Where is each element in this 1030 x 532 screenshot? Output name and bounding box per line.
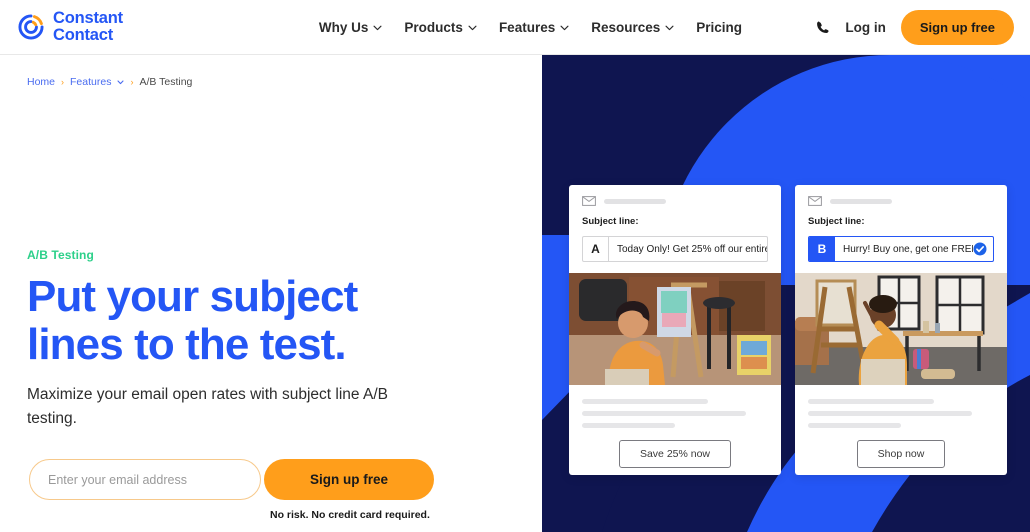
chevron-down-icon[interactable] <box>117 79 124 85</box>
placeholder-line <box>582 423 675 428</box>
placeholder-line <box>582 411 746 416</box>
placeholder-line <box>808 423 901 428</box>
breadcrumb-item-current: A/B Testing <box>139 76 193 88</box>
hero-illustration-panel: Subject line: A Today Only! Get 25% off … <box>542 55 1030 532</box>
card-meta-row <box>808 196 994 206</box>
nav-item-why-us[interactable]: Why Us <box>319 20 383 35</box>
placeholder-bar <box>604 198 666 204</box>
subject-line-label: Subject line: <box>808 216 865 227</box>
placeholder-line <box>582 399 709 404</box>
placeholder-line <box>808 399 935 404</box>
constant-contact-logo-icon <box>18 14 44 40</box>
card-body-lines <box>795 385 1007 428</box>
chevron-down-icon <box>373 25 382 31</box>
subject-line-field-a[interactable]: A Today Only! Get 25% off our entire… <box>582 236 768 262</box>
breadcrumb: Home › Features › A/B Testing <box>27 76 192 88</box>
card-cta-wrap: Shop now <box>795 440 1007 468</box>
hero-subheading: Maximize your email open rates with subj… <box>27 386 388 428</box>
nav-label: Products <box>404 19 463 35</box>
email-input[interactable] <box>29 459 261 500</box>
signup-free-button-hero[interactable]: Sign up free <box>264 459 434 500</box>
signup-form: Sign up free <box>29 459 434 500</box>
email-card-variant-b: Subject line: B Hurry! Buy one, get one … <box>795 185 1007 475</box>
chevron-down-icon <box>665 25 674 31</box>
email-card-variant-a: Subject line: A Today Only! Get 25% off … <box>569 185 781 475</box>
check-circle-icon <box>973 242 987 256</box>
header-actions: Log in Sign up free <box>815 9 1014 45</box>
logo[interactable]: Constant Contact <box>16 10 123 44</box>
card-header: Subject line: B Hurry! Buy one, get one … <box>795 185 1007 262</box>
variant-badge-a: A <box>583 237 609 261</box>
page-title: Put your subject lines to the test. <box>27 273 467 369</box>
breadcrumb-item-home[interactable]: Home <box>27 76 55 88</box>
nav-item-resources[interactable]: Resources <box>591 20 674 35</box>
logo-text-line1: Constant <box>53 9 123 28</box>
email-photo-b <box>795 273 1007 385</box>
chevron-down-icon <box>468 25 477 31</box>
variant-badge-b: B <box>809 237 835 261</box>
site-header: Constant Contact Why Us Products Feature… <box>0 0 1030 55</box>
hero-eyebrow: A/B Testing <box>27 248 94 262</box>
envelope-icon <box>582 196 596 206</box>
card-header: Subject line: A Today Only! Get 25% off … <box>569 185 781 262</box>
email-photo-a <box>569 273 781 385</box>
headline-line-2: lines to the test. <box>27 319 347 369</box>
headline-line-1: Put your subject <box>27 272 358 321</box>
subject-line-text-b: Hurry! Buy one, get one FREE on… <box>843 243 973 255</box>
chevron-down-icon <box>560 25 569 31</box>
card-cta-wrap: Save 25% now <box>569 440 781 468</box>
main-navigation: Why Us Products Features Resources Prici… <box>319 20 742 35</box>
nav-label: Features <box>498 19 556 35</box>
nav-label: Why Us <box>318 19 369 35</box>
logo-text: Constant Contact <box>53 10 123 44</box>
nav-label: Resources <box>591 19 661 35</box>
placeholder-bar <box>830 198 892 204</box>
hero-left-column: Home › Features › A/B Testing A/B Testin… <box>0 55 542 532</box>
breadcrumb-item-features[interactable]: Features <box>70 76 111 88</box>
subject-line-text-a: Today Only! Get 25% off our entire… <box>617 243 767 255</box>
envelope-icon <box>808 196 822 206</box>
phone-icon[interactable] <box>815 20 830 35</box>
breadcrumb-separator: › <box>130 77 134 87</box>
nav-item-pricing[interactable]: Pricing <box>696 20 742 35</box>
nav-item-features[interactable]: Features <box>499 20 569 35</box>
placeholder-line <box>808 411 972 416</box>
signup-disclaimer: No risk. No credit card required. <box>270 509 430 521</box>
card-cta-button-a[interactable]: Save 25% now <box>618 440 732 468</box>
breadcrumb-separator: › <box>61 77 65 87</box>
subject-line-label: Subject line: <box>582 216 639 227</box>
nav-item-products[interactable]: Products <box>404 20 477 35</box>
card-body-lines <box>569 385 781 428</box>
login-link[interactable]: Log in <box>845 20 886 35</box>
signup-free-button-header[interactable]: Sign up free <box>900 9 1014 45</box>
nav-label: Pricing <box>696 19 743 35</box>
card-cta-button-b[interactable]: Shop now <box>856 440 946 468</box>
logo-text-line2: Contact <box>53 26 114 44</box>
subject-line-field-b[interactable]: B Hurry! Buy one, get one FREE on… <box>808 236 994 262</box>
card-meta-row <box>582 196 768 206</box>
